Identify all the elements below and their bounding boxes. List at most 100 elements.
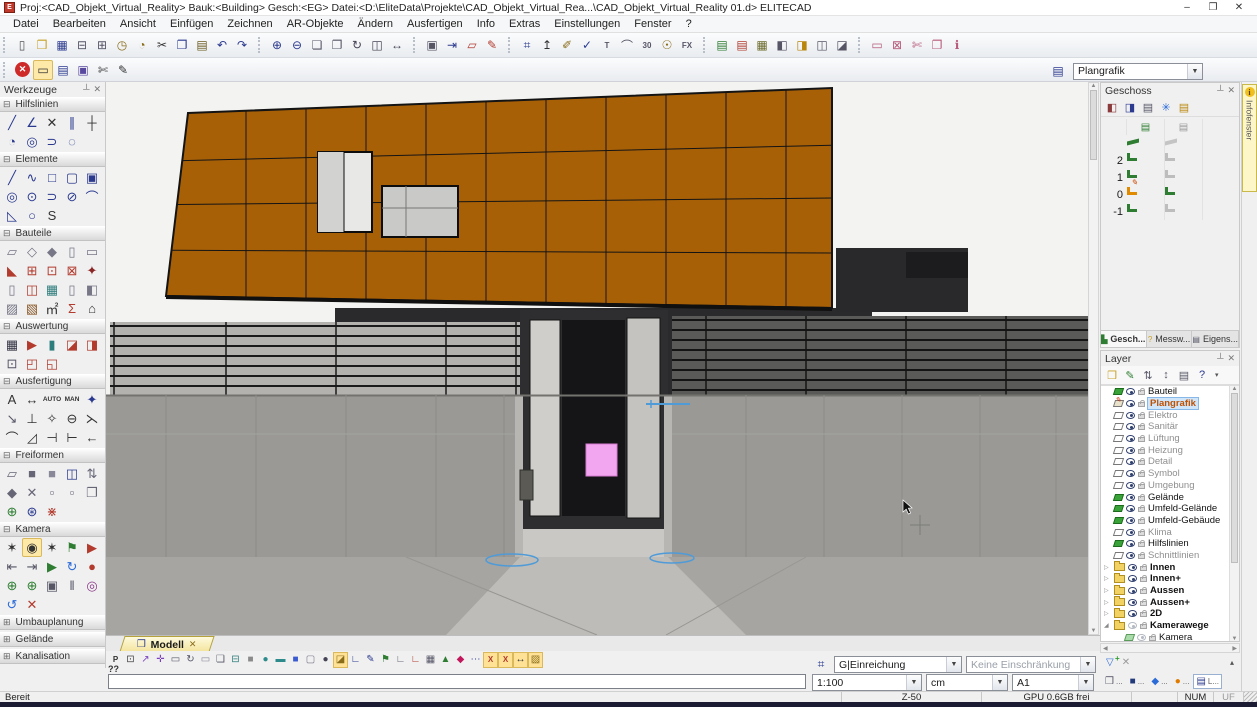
- tool-section-header[interactable]: ⊟ Auswertung: [0, 319, 105, 334]
- mirror-icon[interactable]: ◫: [367, 35, 387, 55]
- story-state-icon[interactable]: [1165, 204, 1175, 212]
- tool-section-header[interactable]: ⊞ Gelände: [0, 632, 105, 647]
- edit-layer-icon[interactable]: ✎: [1121, 367, 1139, 384]
- tool-icon[interactable]: ⊃: [42, 187, 62, 206]
- menu-item[interactable]: ?: [679, 17, 699, 31]
- lock-icon[interactable]: [1138, 425, 1145, 430]
- zoom-out-icon[interactable]: ⊖: [287, 35, 307, 55]
- visibility-eye-icon[interactable]: [1126, 494, 1135, 501]
- lock-icon[interactable]: [1140, 624, 1147, 629]
- story-state-icon[interactable]: [1165, 153, 1175, 161]
- visibility-eye-icon[interactable]: [1126, 505, 1135, 512]
- tool-icon[interactable]: ⊣: [42, 428, 62, 447]
- tool-icon[interactable]: ⊕: [2, 502, 22, 521]
- story-state-icon[interactable]: [1127, 204, 1137, 212]
- layer-help-icon[interactable]: ?: [1193, 367, 1211, 384]
- visibility-eye-icon[interactable]: [1137, 634, 1146, 641]
- tool-icon[interactable]: ◫: [62, 464, 82, 483]
- scroll-right-icon[interactable]: ▶: [1232, 645, 1237, 652]
- collapse-icon[interactable]: ⊞: [3, 634, 11, 645]
- tool-icon[interactable]: ◔: [2, 132, 22, 151]
- tab-infofenster[interactable]: i Infofenster: [1242, 84, 1257, 192]
- layer-down-icon[interactable]: ↕: [1157, 367, 1175, 384]
- tool-icon[interactable]: AUTO: [42, 390, 62, 409]
- tool-section-header[interactable]: ⊟ Freiformen: [0, 448, 105, 463]
- lock-icon[interactable]: [1138, 542, 1145, 547]
- room-icon[interactable]: ▭: [867, 35, 887, 55]
- chevron-down-icon[interactable]: ▼: [906, 675, 921, 690]
- visibility-eye-icon[interactable]: [1126, 412, 1135, 419]
- select-tool-icon[interactable]: ▭: [33, 60, 53, 80]
- tool-icon[interactable]: ▫: [42, 483, 62, 502]
- story-list-icon[interactable]: ▤: [1139, 99, 1157, 116]
- lock-icon[interactable]: [1140, 577, 1147, 582]
- tool-icon[interactable]: ⇤: [2, 557, 22, 576]
- story-state-icon[interactable]: [1165, 187, 1175, 195]
- visibility-eye-icon[interactable]: [1126, 470, 1135, 477]
- visibility-eye-icon[interactable]: [1128, 622, 1137, 629]
- chevron-down-icon[interactable]: ▼: [946, 657, 961, 672]
- tool-icon[interactable]: ▶: [82, 538, 102, 557]
- tool-icon[interactable]: ╱: [2, 113, 22, 132]
- expander-icon[interactable]: ▷: [1104, 610, 1111, 617]
- tool-icon[interactable]: ∠: [22, 113, 42, 132]
- tool-icon[interactable]: ⇥: [22, 557, 42, 576]
- autosave-icon[interactable]: ◔: [132, 35, 152, 55]
- redo-icon[interactable]: ↷: [232, 35, 252, 55]
- tool-icon[interactable]: ◺: [2, 206, 22, 225]
- layer-row[interactable]: Plangrafik: [1101, 398, 1239, 410]
- pin-icon[interactable]: ┴: [1217, 85, 1223, 96]
- person-icon[interactable]: ☉: [657, 35, 677, 55]
- story-state-icon[interactable]: [1127, 153, 1137, 161]
- tool-icon[interactable]: ✕: [42, 113, 62, 132]
- layer-row[interactable]: Umfeld-Gelände: [1101, 503, 1239, 515]
- new-layer-group-icon[interactable]: ❒: [1103, 367, 1121, 384]
- lock-icon[interactable]: [1138, 554, 1145, 559]
- views-icon[interactable]: ❒ ...: [1102, 674, 1126, 689]
- tool-icon[interactable]: ⊥: [22, 409, 42, 428]
- layer-row[interactable]: Elektro: [1101, 409, 1239, 421]
- insulation-icon[interactable]: ▤: [712, 35, 732, 55]
- wall-cut-icon[interactable]: ✄: [907, 35, 927, 55]
- menu-item[interactable]: Ausfertigen: [400, 17, 470, 31]
- visibility-eye-icon[interactable]: [1128, 599, 1137, 606]
- tool-icon[interactable]: ▫: [62, 483, 82, 502]
- layer-select-icon[interactable]: ▤: [53, 60, 73, 80]
- tool-section-header[interactable]: ⊞ Umbauplanung: [0, 615, 105, 630]
- pick-style-icon[interactable]: ✎: [113, 60, 133, 80]
- tool-icon[interactable]: S: [42, 206, 62, 225]
- layer-up-icon[interactable]: ⇅: [1139, 367, 1157, 384]
- lock-icon[interactable]: [1138, 496, 1145, 501]
- tool-icon[interactable]: ⌒: [2, 428, 22, 447]
- tool-icon[interactable]: ❐: [82, 483, 102, 502]
- lock-icon[interactable]: [1138, 414, 1145, 419]
- tool-icon[interactable]: ⊡: [2, 354, 22, 373]
- lock-icon[interactable]: [1138, 449, 1145, 454]
- collapse-icon[interactable]: ⊞: [3, 651, 11, 662]
- scroll-down-icon[interactable]: ▼: [1091, 628, 1097, 634]
- visibility-eye-icon[interactable]: [1126, 482, 1135, 489]
- layer-row[interactable]: Symbol: [1101, 468, 1239, 480]
- chevron-down-icon[interactable]: ▼: [992, 675, 1007, 690]
- tool-icon[interactable]: ◿: [22, 428, 42, 447]
- layer-row[interactable]: Schnittlinien: [1101, 550, 1239, 562]
- viewport-scrollbar[interactable]: ▲ ▼: [1088, 82, 1099, 635]
- tool-icon[interactable]: ◌: [62, 132, 82, 151]
- layer-row[interactable]: ◢ Kamerawege: [1101, 620, 1239, 632]
- layer-row[interactable]: ▷ Innen: [1101, 561, 1239, 573]
- light-icon[interactable]: ● ...: [1172, 674, 1193, 689]
- lock-icon[interactable]: [1140, 566, 1147, 571]
- tool-icon[interactable]: ┼: [82, 113, 102, 132]
- new-file-icon[interactable]: ▯: [12, 35, 32, 55]
- chevron-down-icon[interactable]: ▼: [1187, 64, 1202, 79]
- layer-row[interactable]: Klima: [1101, 526, 1239, 538]
- solids-icon[interactable]: ■ ...: [1127, 674, 1148, 689]
- visibility-eye-icon[interactable]: [1126, 517, 1135, 524]
- visibility-eye-icon[interactable]: [1128, 610, 1137, 617]
- tool-icon[interactable]: ◫: [22, 280, 42, 299]
- tool-icon[interactable]: □: [42, 168, 62, 187]
- tool-icon[interactable]: ⊢: [62, 428, 82, 447]
- story-ref-icon[interactable]: ✳: [1157, 99, 1175, 116]
- image-frame-icon[interactable]: ▣: [73, 60, 93, 80]
- tool-icon[interactable]: ✧: [42, 409, 62, 428]
